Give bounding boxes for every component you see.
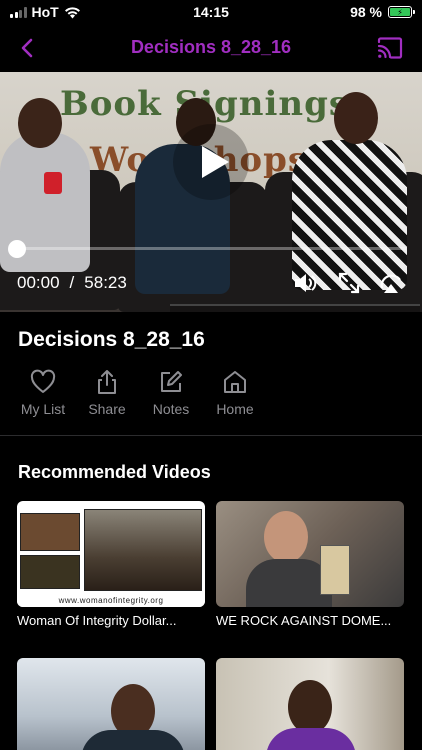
video-player[interactable]: Book Signings Workshops 00:00 / 58:23	[0, 72, 422, 312]
thumb-photo-2	[20, 555, 80, 589]
time-readout: 00:00 / 58:23	[17, 273, 127, 293]
current-time: 00:00	[17, 273, 60, 292]
video-thumbnail	[17, 658, 205, 750]
thumb-photo-3	[84, 509, 202, 591]
notes-label: Notes	[152, 401, 190, 417]
person-right-head	[334, 92, 378, 144]
chevron-left-icon[interactable]	[14, 34, 42, 62]
home-label: Home	[216, 401, 254, 417]
edit-icon	[161, 371, 182, 392]
recommended-card[interactable]	[17, 658, 205, 750]
cast-icon[interactable]	[376, 36, 404, 60]
progress-track[interactable]	[16, 247, 406, 250]
recommended-card[interactable]: www.womanofintegrity.org Woman Of Integr…	[17, 501, 205, 628]
home-icon	[224, 371, 246, 393]
my-list-label: My List	[20, 401, 66, 417]
share-button[interactable]: Share	[78, 368, 136, 417]
thumb-photo-1	[20, 513, 80, 551]
video-thumbnail: www.womanofintegrity.org	[17, 501, 205, 607]
heart-icon	[30, 369, 56, 393]
recommended-card[interactable]: WE ROCK AGAINST DOME...	[216, 501, 404, 628]
action-row: My List Share Notes Home	[14, 368, 264, 417]
time-separator: /	[69, 273, 75, 292]
duration: 58:23	[84, 273, 127, 292]
thumb-face	[288, 680, 332, 734]
notes-button[interactable]: Notes	[142, 368, 200, 417]
divider	[0, 435, 422, 436]
battery-icon: ⚡	[388, 6, 415, 18]
coffee-table	[170, 304, 420, 312]
thumb-body	[81, 730, 185, 750]
share-icon	[98, 370, 116, 394]
airplay-icon[interactable]	[378, 270, 404, 296]
card-label: Woman Of Integrity Dollar...	[17, 613, 177, 628]
nav-title: Decisions 8_28_16	[130, 37, 292, 57]
thumb-book	[320, 545, 350, 595]
person-left-head	[18, 98, 62, 148]
play-icon[interactable]	[173, 124, 249, 200]
thumb-face	[264, 511, 308, 563]
thumb-body	[266, 728, 356, 750]
recommended-title: Recommended Videos	[18, 462, 211, 482]
fullscreen-icon[interactable]	[336, 270, 362, 296]
my-list-button[interactable]: My List	[14, 368, 72, 417]
person-right	[292, 140, 407, 290]
volume-icon[interactable]	[292, 270, 318, 296]
person-left-shirt	[44, 172, 62, 194]
status-right: 98 % ⚡	[350, 4, 415, 20]
share-label: Share	[88, 401, 126, 417]
battery-percent: 98 %	[350, 4, 382, 20]
card-label: WE ROCK AGAINST DOME...	[216, 613, 392, 628]
thumb-caption: www.womanofintegrity.org	[17, 595, 205, 607]
recommended-card[interactable]	[216, 658, 404, 750]
video-title: Decisions 8_28_16	[18, 328, 205, 351]
video-thumbnail	[216, 658, 404, 750]
status-bar: HoT 14:15 98 % ⚡	[0, 0, 422, 26]
nav-bar: Decisions 8_28_16	[0, 26, 422, 72]
battery-fill: ⚡	[390, 8, 410, 17]
progress-knob[interactable]	[8, 240, 26, 258]
home-button[interactable]: Home	[206, 368, 264, 417]
video-thumbnail	[216, 501, 404, 607]
